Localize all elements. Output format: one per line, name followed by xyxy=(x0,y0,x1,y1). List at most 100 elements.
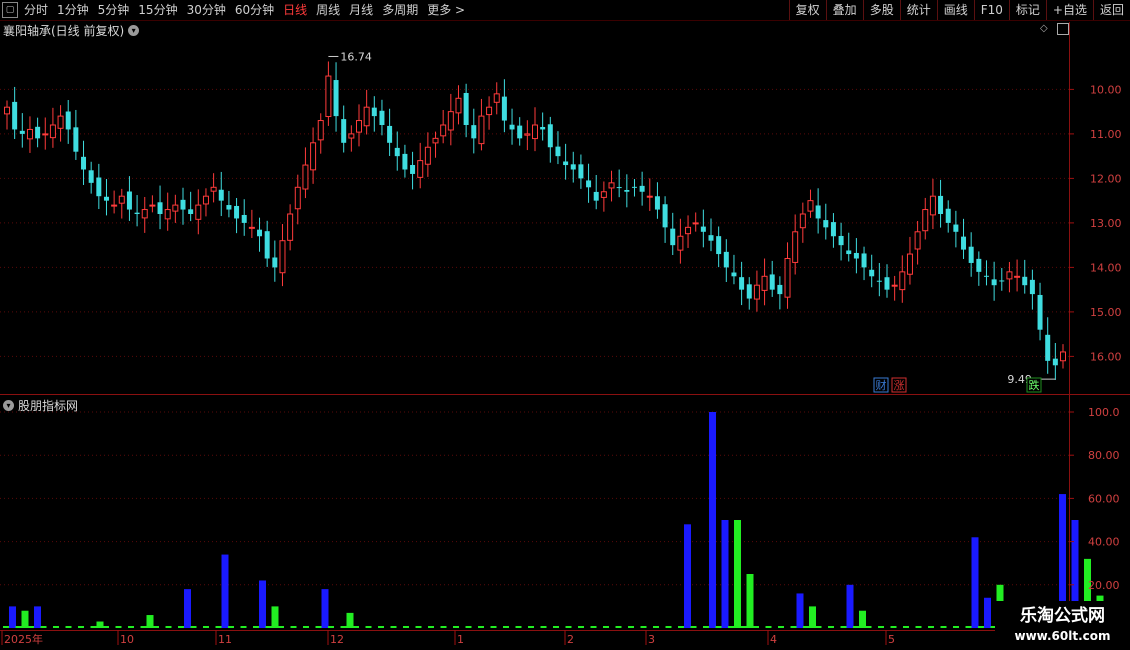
tail-bar xyxy=(303,626,309,628)
candle-body xyxy=(976,258,982,272)
candle xyxy=(700,209,706,248)
chart-area[interactable]: 16.00 15.00 14.00 13.00 12.00 11.00 10.00 20.00… xyxy=(0,0,1130,650)
candle xyxy=(769,260,775,297)
candle xyxy=(716,226,722,268)
candle-body xyxy=(853,252,859,259)
candle-body xyxy=(195,204,202,220)
candle-body xyxy=(999,280,1005,282)
candle xyxy=(103,178,109,216)
candle-body xyxy=(341,119,347,143)
tail-bar xyxy=(478,626,484,628)
candle xyxy=(869,254,875,288)
candle-body xyxy=(1029,279,1035,295)
blue-bar xyxy=(971,537,979,628)
candle xyxy=(141,196,148,233)
tail-bar xyxy=(190,626,197,628)
candle-body xyxy=(96,177,102,197)
time-label-3: 12 xyxy=(330,633,344,646)
candle xyxy=(42,117,49,150)
candle-body xyxy=(287,213,294,241)
candle xyxy=(501,79,507,133)
candle xyxy=(126,176,132,221)
green-bar xyxy=(859,610,866,628)
green-bar xyxy=(746,574,754,628)
candle xyxy=(294,174,301,225)
tail-bar xyxy=(765,626,772,628)
tail-bar xyxy=(603,626,609,628)
candle-body xyxy=(1045,334,1051,361)
indicator-tick-label: 60.00 xyxy=(1088,492,1120,505)
tail-bar xyxy=(840,626,847,628)
candle-body xyxy=(631,186,637,188)
blue-bar xyxy=(709,412,716,628)
candle-body xyxy=(164,209,171,220)
candle-body xyxy=(685,226,692,235)
candle-body xyxy=(723,251,729,268)
candle-body xyxy=(884,277,890,290)
tail-bar xyxy=(715,626,722,628)
price-tick-label: 15.00 xyxy=(1090,306,1122,319)
tail-bar xyxy=(403,626,409,628)
candle xyxy=(891,275,898,301)
tail-bar xyxy=(778,626,784,628)
blue-bar xyxy=(684,524,691,628)
tail-bar xyxy=(265,626,272,628)
candle xyxy=(88,161,94,194)
price-tick-label: 16.00 xyxy=(1090,350,1122,363)
tail-bar xyxy=(328,626,334,628)
tail-bar xyxy=(528,626,534,628)
candle xyxy=(899,255,906,303)
time-label-4: 1 xyxy=(457,633,464,646)
candle-body xyxy=(363,106,370,127)
tail-bar xyxy=(215,626,222,628)
candle xyxy=(884,264,890,298)
candle-body xyxy=(493,93,500,103)
tail-bar xyxy=(503,626,509,628)
candle-body xyxy=(141,209,148,219)
candle xyxy=(945,200,951,233)
tail-bar xyxy=(678,626,684,628)
candle-body xyxy=(1006,271,1013,280)
candle xyxy=(876,263,882,297)
candle-body xyxy=(532,124,538,140)
candle-body xyxy=(1037,294,1043,330)
candle-body xyxy=(861,253,867,268)
candle xyxy=(363,89,370,135)
candle xyxy=(914,220,921,265)
tail-bar xyxy=(665,626,672,628)
tail-bar xyxy=(878,626,884,628)
tail-bar xyxy=(3,626,9,628)
candle-body xyxy=(172,204,179,212)
indicator-tick-label: 100.0 xyxy=(1088,406,1120,419)
candle-body xyxy=(869,269,875,277)
candle-body xyxy=(73,127,79,152)
time-label-6: 3 xyxy=(648,633,655,646)
candle xyxy=(509,108,515,145)
tail-bar xyxy=(90,626,97,628)
candle xyxy=(149,195,156,213)
blue-bar xyxy=(259,580,266,628)
candle xyxy=(493,82,500,115)
blue-bar xyxy=(34,606,41,628)
candle xyxy=(447,93,454,146)
candle-body xyxy=(799,213,806,229)
candle xyxy=(608,170,615,202)
candle-body xyxy=(823,220,829,228)
time-label-0: 2025年 xyxy=(4,632,43,646)
candle xyxy=(861,246,867,281)
green-bar xyxy=(21,610,29,628)
candle xyxy=(929,178,936,230)
time-label-8: 5 xyxy=(888,633,895,646)
candle xyxy=(226,190,232,218)
candle xyxy=(486,96,493,130)
tail-bar xyxy=(703,626,709,628)
time-label-5: 2 xyxy=(567,633,574,646)
candle-body xyxy=(968,246,974,263)
tail-bar xyxy=(115,626,122,628)
candle xyxy=(248,209,255,239)
candle-body xyxy=(670,228,676,246)
candle-body xyxy=(348,133,355,139)
watermark-url: www.60lt.com xyxy=(1014,629,1111,643)
candle-body xyxy=(49,124,56,139)
candle-body xyxy=(792,231,799,263)
